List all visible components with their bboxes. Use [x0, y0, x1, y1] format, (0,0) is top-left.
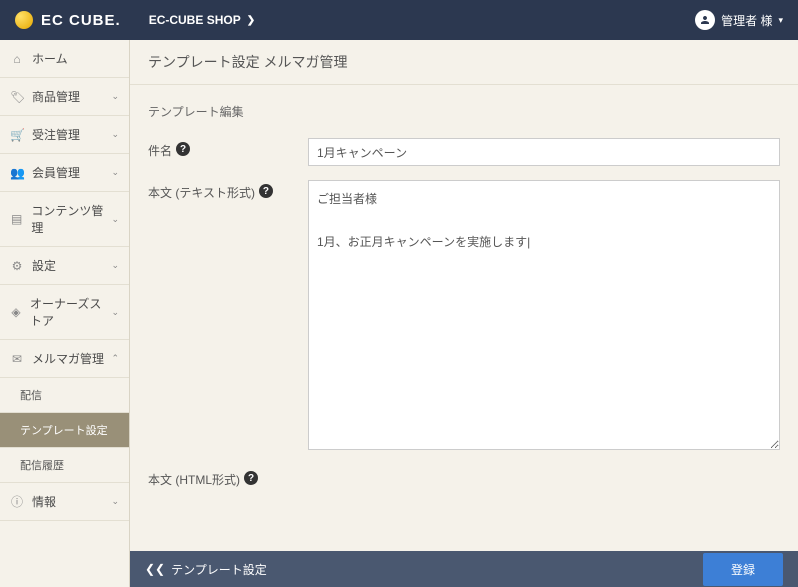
sidebar-item-label: 会員管理	[32, 164, 80, 181]
subject-input[interactable]	[308, 138, 780, 166]
chevron-down-icon: ⌄	[111, 260, 119, 271]
chevron-down-icon: ⌄	[111, 129, 119, 140]
label-text: 本文 (HTML形式)	[148, 471, 240, 488]
chevron-down-icon: ⌄	[111, 167, 119, 178]
help-icon[interactable]: ?	[259, 184, 273, 198]
user-label: 管理者 様	[721, 12, 772, 29]
sidebar-item-label: メルマガ管理	[32, 350, 104, 367]
sidebar-sub-template[interactable]: テンプレート設定	[0, 413, 129, 448]
sidebar-item-info[interactable]: ⓘ 情報 ⌄	[0, 483, 129, 521]
sidebar-item-label: 受注管理	[32, 126, 80, 143]
sidebar-item-products[interactable]: 🏷 商品管理 ⌄	[0, 78, 129, 116]
logo-text: EC CUBE.	[41, 12, 121, 29]
topbar: EC CUBE. EC-CUBE SHOP ❯ 管理者 様 ▾	[0, 0, 798, 40]
chevron-down-icon: ⌄	[111, 91, 119, 102]
file-icon: ▤	[10, 212, 23, 226]
logo-icon	[15, 11, 33, 29]
user-menu[interactable]: 管理者 様 ▾	[695, 10, 783, 30]
cart-icon: 🛒	[10, 128, 24, 142]
sidebar-item-contents[interactable]: ▤ コンテンツ管理 ⌄	[0, 192, 129, 247]
form-row-subject: 件名 ?	[148, 138, 780, 166]
sidebar-item-label: 設定	[32, 257, 56, 274]
chevron-up-icon: ⌃	[111, 353, 119, 364]
form-row-body-text: 本文 (テキスト形式) ?	[148, 180, 780, 453]
help-icon[interactable]: ?	[176, 142, 190, 156]
body-text-textarea[interactable]	[308, 180, 780, 450]
user-avatar-icon	[695, 10, 715, 30]
section-title: テンプレート編集	[148, 103, 780, 120]
sidebar-item-ownerstore[interactable]: ◈ オーナーズストア ⌄	[0, 285, 129, 340]
sidebar-item-label: 情報	[32, 493, 56, 510]
main: テンプレート設定 メルマガ管理 テンプレート編集 件名 ? 本文 (テキスト形式…	[130, 40, 798, 587]
help-icon[interactable]: ?	[244, 471, 258, 485]
info-icon: ⓘ	[10, 493, 24, 510]
form-row-body-html: 本文 (HTML形式) ?	[148, 467, 780, 488]
subject-label: 件名 ?	[148, 138, 308, 166]
sidebar-item-home[interactable]: ⌂ ホーム	[0, 40, 129, 78]
diamond-icon: ◈	[10, 305, 22, 319]
footer-back-label: テンプレート設定	[171, 561, 267, 578]
users-icon: 👥	[10, 166, 24, 180]
body-html-label: 本文 (HTML形式) ?	[148, 467, 308, 488]
sidebar-item-settings[interactable]: ⚙ 設定 ⌄	[0, 247, 129, 285]
chevron-right-icon: ❯	[247, 15, 255, 26]
label-text: 件名	[148, 142, 172, 159]
sidebar-item-label: コンテンツ管理	[31, 202, 111, 236]
chevron-down-icon: ⌄	[111, 307, 119, 318]
sidebar-item-orders[interactable]: 🛒 受注管理 ⌄	[0, 116, 129, 154]
sidebar-item-mailmag[interactable]: ✉ メルマガ管理 ⌃	[0, 340, 129, 378]
logo[interactable]: EC CUBE.	[15, 11, 121, 29]
mail-icon: ✉	[10, 352, 24, 366]
sidebar-item-label: ホーム	[32, 50, 68, 67]
content: テンプレート編集 件名 ? 本文 (テキスト形式) ?	[130, 85, 798, 551]
breadcrumb: テンプレート設定 メルマガ管理	[130, 40, 798, 85]
shop-name-text: EC-CUBE SHOP	[149, 13, 241, 27]
footer: ❮❮ テンプレート設定 登録	[130, 551, 798, 587]
double-chevron-left-icon: ❮❮	[145, 562, 165, 576]
submit-button[interactable]: 登録	[703, 553, 783, 586]
sidebar-item-label: 商品管理	[32, 88, 80, 105]
chevron-down-icon: ⌄	[111, 214, 119, 225]
label-text: 本文 (テキスト形式)	[148, 184, 255, 201]
footer-back-link[interactable]: ❮❮ テンプレート設定	[145, 561, 267, 578]
shop-link[interactable]: EC-CUBE SHOP ❯	[149, 13, 255, 27]
sidebar-sub-deliver[interactable]: 配信	[0, 378, 129, 413]
body-text-label: 本文 (テキスト形式) ?	[148, 180, 308, 453]
chevron-down-icon: ⌄	[111, 496, 119, 507]
sidebar-sub-history[interactable]: 配信履歴	[0, 448, 129, 483]
chevron-down-icon: ▾	[778, 15, 783, 26]
home-icon: ⌂	[10, 52, 24, 66]
sidebar-item-label: オーナーズストア	[30, 295, 112, 329]
sidebar-item-members[interactable]: 👥 会員管理 ⌄	[0, 154, 129, 192]
tag-icon: 🏷	[10, 90, 24, 104]
gear-icon: ⚙	[10, 259, 24, 273]
sidebar: ⌂ ホーム 🏷 商品管理 ⌄ 🛒 受注管理 ⌄ 👥 会員管理 ⌄ ▤ コンテンツ…	[0, 40, 130, 587]
